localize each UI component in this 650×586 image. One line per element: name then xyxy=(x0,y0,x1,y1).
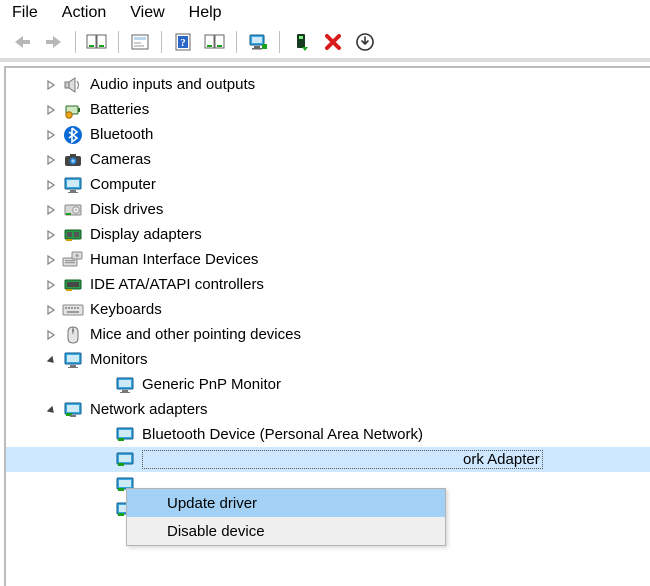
collapse-icon[interactable] xyxy=(44,403,58,417)
action-pane-button[interactable] xyxy=(201,29,229,55)
network-adapter-icon xyxy=(114,425,136,445)
expand-icon[interactable] xyxy=(44,203,58,217)
keyboard-icon xyxy=(62,300,84,320)
hid-icon xyxy=(62,250,84,270)
toolbar-separator xyxy=(75,31,76,53)
back-button[interactable] xyxy=(8,29,36,55)
display-adapter-icon xyxy=(62,225,84,245)
tree-label: Computer xyxy=(90,176,156,193)
tree-label: Bluetooth Device (Personal Area Network) xyxy=(142,426,423,443)
toolbar-separator xyxy=(279,31,280,53)
disk-icon xyxy=(62,200,84,220)
context-menu-item-update-driver[interactable]: Update driver xyxy=(127,489,445,517)
tree-node-hid[interactable]: Human Interface Devices xyxy=(6,247,650,272)
expand-icon[interactable] xyxy=(44,78,58,92)
toolbar-separator xyxy=(161,31,162,53)
expand-icon[interactable] xyxy=(44,253,58,267)
expand-icon[interactable] xyxy=(44,103,58,117)
context-menu: Update driver Disable device xyxy=(126,488,446,546)
tree-label: Monitors xyxy=(90,351,148,368)
expand-icon[interactable] xyxy=(44,153,58,167)
speaker-icon xyxy=(62,75,84,95)
menubar: File Action View Help xyxy=(0,0,650,28)
tree-node-selected-adapter[interactable]: ork Adapter xyxy=(6,447,650,472)
tree-node-cameras[interactable]: Cameras xyxy=(6,147,650,172)
context-menu-item-disable-device[interactable]: Disable device xyxy=(127,517,445,545)
network-adapter-icon xyxy=(114,450,136,470)
tree-node-ide[interactable]: IDE ATA/ATAPI controllers xyxy=(6,272,650,297)
tree-label: Network adapters xyxy=(90,401,208,418)
tree-label: Batteries xyxy=(90,101,149,118)
tree-node-computer[interactable]: Computer xyxy=(6,172,650,197)
tree-node-generic-monitor[interactable]: Generic PnP Monitor xyxy=(6,372,650,397)
menu-action[interactable]: Action xyxy=(62,4,106,22)
tree-label: Bluetooth xyxy=(90,126,153,143)
device-tree: Audio inputs and outputs Batteries Bluet… xyxy=(4,66,650,586)
monitor-icon xyxy=(114,375,136,395)
tree-label: Cameras xyxy=(90,151,151,168)
tree-label: Keyboards xyxy=(90,301,162,318)
tree-node-disk[interactable]: Disk drives xyxy=(6,197,650,222)
uninstall-device-button[interactable] xyxy=(319,29,347,55)
menu-file[interactable]: File xyxy=(12,4,38,22)
expand-icon[interactable] xyxy=(44,278,58,292)
tree-node-network-adapters[interactable]: Network adapters xyxy=(6,397,650,422)
expand-icon[interactable] xyxy=(44,328,58,342)
computer-icon xyxy=(62,175,84,195)
mouse-icon xyxy=(62,325,84,345)
bluetooth-icon xyxy=(62,125,84,145)
tree-node-bluetooth[interactable]: Bluetooth xyxy=(6,122,650,147)
tree-label: Audio inputs and outputs xyxy=(90,76,255,93)
tree-node-monitors[interactable]: Monitors xyxy=(6,347,650,372)
tree-label: Disk drives xyxy=(90,201,163,218)
tree-node-display[interactable]: Display adapters xyxy=(6,222,650,247)
collapse-icon[interactable] xyxy=(44,353,58,367)
tree-node-bt-pan[interactable]: Bluetooth Device (Personal Area Network) xyxy=(6,422,650,447)
expand-icon[interactable] xyxy=(44,303,58,317)
network-adapter-icon xyxy=(62,400,84,420)
tree-label: IDE ATA/ATAPI controllers xyxy=(90,276,264,293)
tree-node-mice[interactable]: Mice and other pointing devices xyxy=(6,322,650,347)
toolbar-separator xyxy=(118,31,119,53)
expand-icon[interactable] xyxy=(44,178,58,192)
forward-button[interactable] xyxy=(40,29,68,55)
help-button[interactable]: ? xyxy=(169,29,197,55)
expand-icon[interactable] xyxy=(44,228,58,242)
monitor-icon xyxy=(62,350,84,370)
update-driver-button[interactable] xyxy=(351,29,379,55)
menu-view[interactable]: View xyxy=(130,4,164,22)
tree-label: ork Adapter xyxy=(142,450,543,469)
properties-button[interactable] xyxy=(126,29,154,55)
battery-icon xyxy=(62,100,84,120)
tree-label: Human Interface Devices xyxy=(90,251,258,268)
tree-label: Mice and other pointing devices xyxy=(90,326,301,343)
toolbar: ? xyxy=(0,28,650,62)
menu-help[interactable]: Help xyxy=(189,4,222,22)
toolbar-separator xyxy=(236,31,237,53)
ide-icon xyxy=(62,275,84,295)
tree-node-batteries[interactable]: Batteries xyxy=(6,97,650,122)
expand-icon[interactable] xyxy=(44,128,58,142)
camera-icon xyxy=(62,150,84,170)
tree-label: Display adapters xyxy=(90,226,202,243)
svg-text:?: ? xyxy=(180,37,186,49)
scan-hardware-button[interactable] xyxy=(244,29,272,55)
tree-label: Generic PnP Monitor xyxy=(142,376,281,393)
tree-node-audio[interactable]: Audio inputs and outputs xyxy=(6,72,650,97)
enable-device-button[interactable] xyxy=(287,29,315,55)
show-hide-console-button[interactable] xyxy=(83,29,111,55)
tree-node-keyboards[interactable]: Keyboards xyxy=(6,297,650,322)
